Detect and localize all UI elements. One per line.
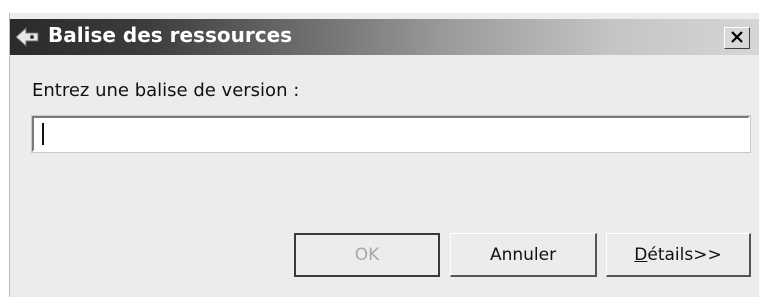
app-icon: [14, 26, 40, 48]
tag-resources-dialog: Balise des ressources Entrez une balise …: [9, 13, 759, 297]
details-mnemonic: D: [634, 244, 648, 265]
cancel-label: Annuler: [489, 244, 557, 265]
ok-label: OK: [354, 245, 380, 265]
close-button[interactable]: [724, 27, 750, 49]
details-button[interactable]: Détails>>: [606, 233, 751, 277]
details-label: étails>>: [647, 244, 722, 265]
dialog-titlebar[interactable]: Balise des ressources: [10, 19, 759, 55]
version-tag-input[interactable]: [31, 115, 751, 153]
ok-button[interactable]: OK: [294, 233, 440, 277]
version-tag-label: Entrez une balise de version :: [32, 80, 300, 101]
text-caret: [42, 123, 44, 145]
close-icon: [730, 29, 744, 48]
cancel-button[interactable]: Annuler: [450, 233, 597, 277]
dialog-title: Balise des ressources: [48, 23, 293, 47]
